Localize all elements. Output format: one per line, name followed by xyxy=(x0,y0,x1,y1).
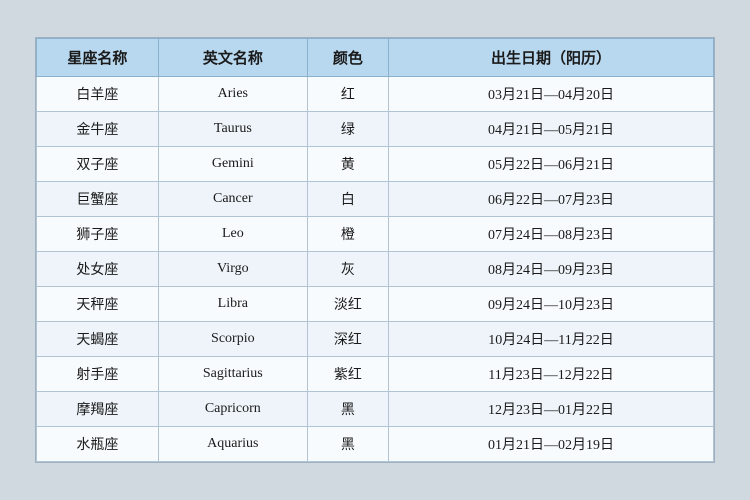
table-row: 白羊座Aries红03月21日—04月20日 xyxy=(37,77,714,112)
table-row: 摩羯座Capricorn黑12月23日—01月22日 xyxy=(37,392,714,427)
cell-date: 04月21日—05月21日 xyxy=(389,112,714,147)
cell-zh-name: 处女座 xyxy=(37,252,159,287)
header-date: 出生日期（阳历） xyxy=(389,39,714,77)
cell-zh-name: 摩羯座 xyxy=(37,392,159,427)
cell-zh-name: 天秤座 xyxy=(37,287,159,322)
cell-en-name: Capricorn xyxy=(158,392,307,427)
table-row: 天秤座Libra淡红09月24日—10月23日 xyxy=(37,287,714,322)
cell-zh-name: 射手座 xyxy=(37,357,159,392)
table-row: 射手座Sagittarius紫红11月23日—12月22日 xyxy=(37,357,714,392)
table-row: 天蝎座Scorpio深红10月24日—11月22日 xyxy=(37,322,714,357)
cell-color: 绿 xyxy=(307,112,388,147)
cell-en-name: Taurus xyxy=(158,112,307,147)
cell-zh-name: 金牛座 xyxy=(37,112,159,147)
table-row: 狮子座Leo橙07月24日—08月23日 xyxy=(37,217,714,252)
cell-color: 红 xyxy=(307,77,388,112)
cell-zh-name: 双子座 xyxy=(37,147,159,182)
zodiac-table-container: 星座名称 英文名称 颜色 出生日期（阳历） 白羊座Aries红03月21日—04… xyxy=(35,37,715,463)
cell-date: 08月24日—09月23日 xyxy=(389,252,714,287)
cell-en-name: Aries xyxy=(158,77,307,112)
cell-date: 09月24日—10月23日 xyxy=(389,287,714,322)
cell-en-name: Aquarius xyxy=(158,427,307,462)
cell-en-name: Virgo xyxy=(158,252,307,287)
table-row: 巨蟹座Cancer白06月22日—07月23日 xyxy=(37,182,714,217)
cell-date: 12月23日—01月22日 xyxy=(389,392,714,427)
cell-date: 01月21日—02月19日 xyxy=(389,427,714,462)
cell-color: 紫红 xyxy=(307,357,388,392)
cell-date: 11月23日—12月22日 xyxy=(389,357,714,392)
cell-zh-name: 水瓶座 xyxy=(37,427,159,462)
cell-color: 黄 xyxy=(307,147,388,182)
cell-date: 10月24日—11月22日 xyxy=(389,322,714,357)
cell-color: 淡红 xyxy=(307,287,388,322)
cell-date: 05月22日—06月21日 xyxy=(389,147,714,182)
cell-color: 黑 xyxy=(307,427,388,462)
cell-zh-name: 狮子座 xyxy=(37,217,159,252)
table-header-row: 星座名称 英文名称 颜色 出生日期（阳历） xyxy=(37,39,714,77)
header-en-name: 英文名称 xyxy=(158,39,307,77)
cell-date: 07月24日—08月23日 xyxy=(389,217,714,252)
cell-en-name: Scorpio xyxy=(158,322,307,357)
cell-en-name: Sagittarius xyxy=(158,357,307,392)
cell-color: 黑 xyxy=(307,392,388,427)
cell-zh-name: 白羊座 xyxy=(37,77,159,112)
cell-en-name: Gemini xyxy=(158,147,307,182)
cell-date: 06月22日—07月23日 xyxy=(389,182,714,217)
cell-color: 深红 xyxy=(307,322,388,357)
cell-en-name: Cancer xyxy=(158,182,307,217)
cell-zh-name: 巨蟹座 xyxy=(37,182,159,217)
table-row: 处女座Virgo灰08月24日—09月23日 xyxy=(37,252,714,287)
cell-color: 灰 xyxy=(307,252,388,287)
table-row: 水瓶座Aquarius黑01月21日—02月19日 xyxy=(37,427,714,462)
cell-zh-name: 天蝎座 xyxy=(37,322,159,357)
cell-date: 03月21日—04月20日 xyxy=(389,77,714,112)
cell-en-name: Libra xyxy=(158,287,307,322)
header-color: 颜色 xyxy=(307,39,388,77)
cell-en-name: Leo xyxy=(158,217,307,252)
zodiac-table: 星座名称 英文名称 颜色 出生日期（阳历） 白羊座Aries红03月21日—04… xyxy=(36,38,714,462)
header-zh-name: 星座名称 xyxy=(37,39,159,77)
cell-color: 橙 xyxy=(307,217,388,252)
table-row: 双子座Gemini黄05月22日—06月21日 xyxy=(37,147,714,182)
cell-color: 白 xyxy=(307,182,388,217)
table-row: 金牛座Taurus绿04月21日—05月21日 xyxy=(37,112,714,147)
